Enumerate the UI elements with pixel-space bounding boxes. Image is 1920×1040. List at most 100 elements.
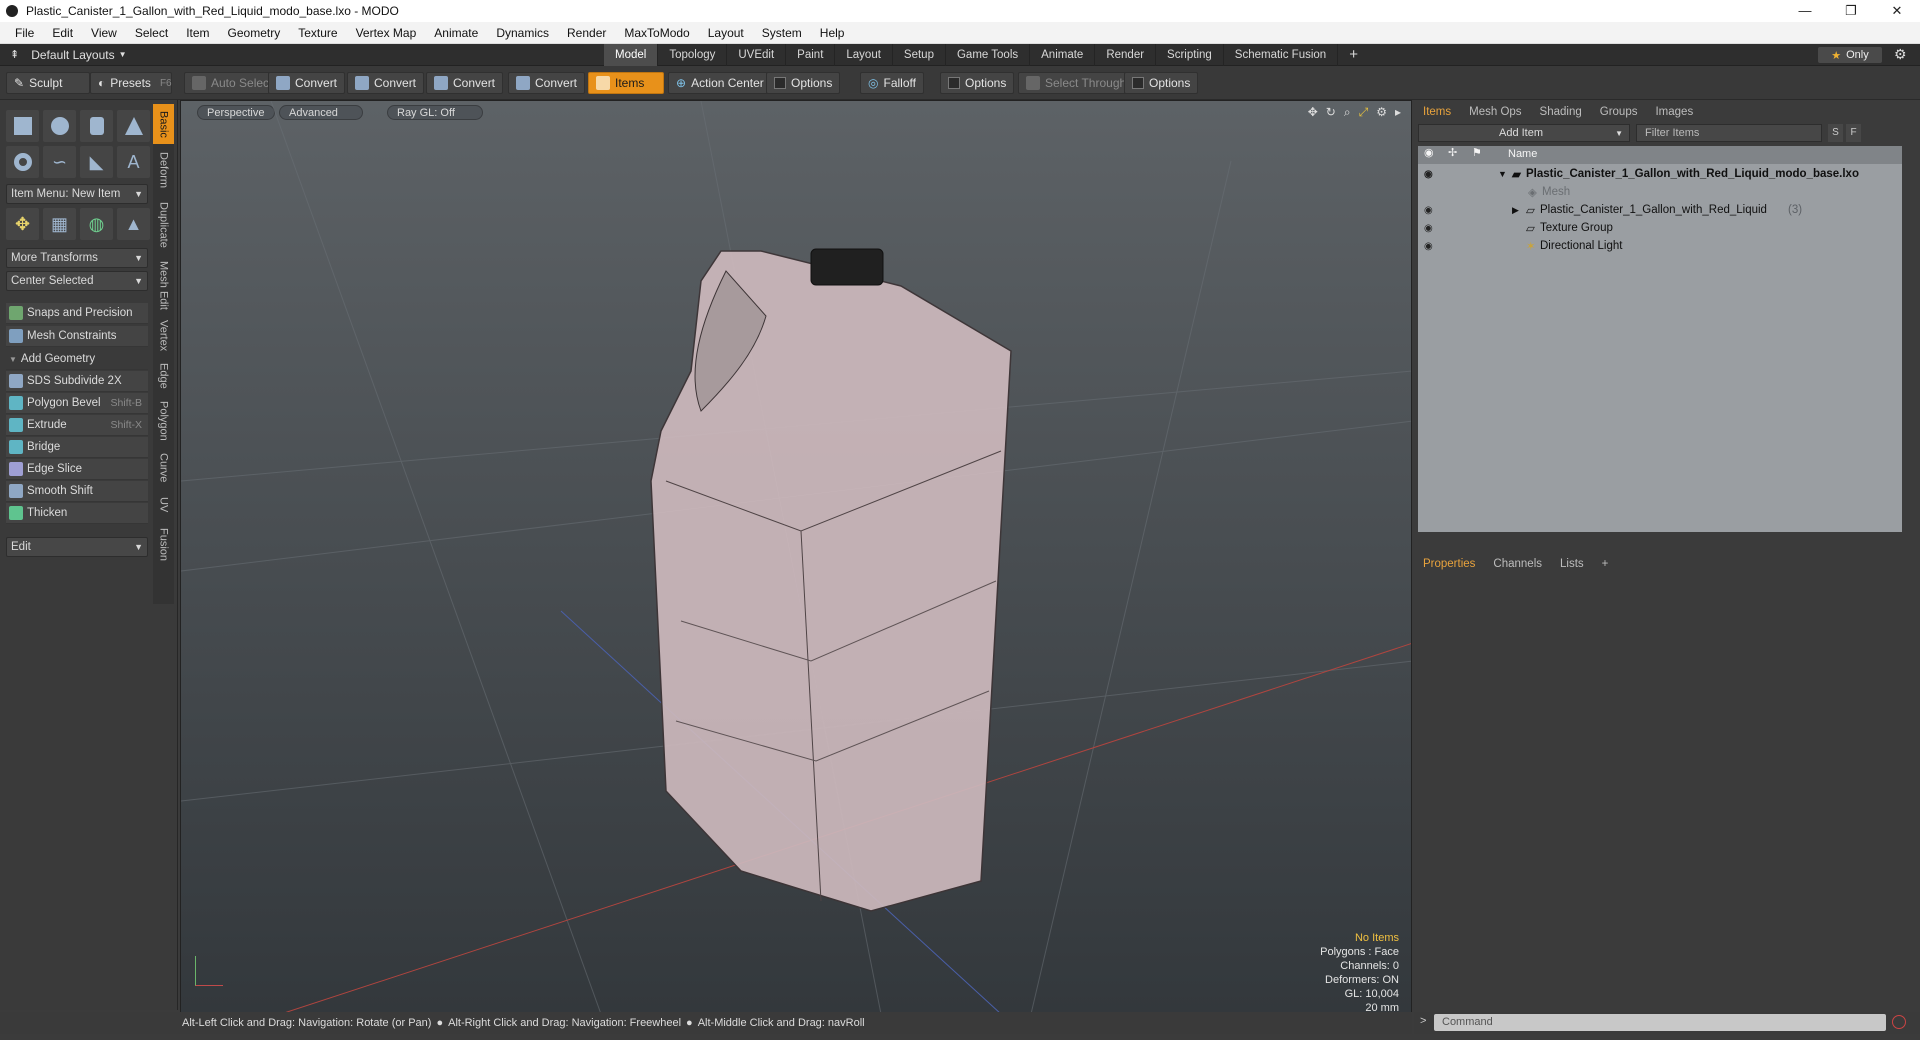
falloff-button[interactable]: ◎ Falloff xyxy=(860,72,924,94)
tree-row-texture-group[interactable]: ◉ ▱ Texture Group xyxy=(1418,219,1902,237)
cube-tool-button[interactable] xyxy=(6,110,39,142)
item-menu-dropdown[interactable]: Item Menu: New Item ▼ xyxy=(6,184,148,204)
add-tab-button[interactable]: + xyxy=(1338,44,1369,66)
menu-layout[interactable]: Layout xyxy=(699,26,753,40)
vtab-edge[interactable]: Edge xyxy=(153,358,174,394)
select-through-button[interactable]: Select Through xyxy=(1018,72,1135,94)
tree-row-mesh[interactable]: ◈ Mesh xyxy=(1418,183,1902,201)
eye-icon[interactable]: ◉ xyxy=(1424,205,1433,216)
tab-properties[interactable]: Properties xyxy=(1414,554,1484,574)
tab-game-tools[interactable]: Game Tools xyxy=(946,44,1031,66)
vtab-fusion[interactable]: Fusion xyxy=(153,522,174,568)
sphere-tool-button[interactable] xyxy=(43,110,76,142)
action-center-button[interactable]: ⊕ Action Center xyxy=(668,72,772,94)
s-button[interactable]: S xyxy=(1828,124,1843,142)
menu-help[interactable]: Help xyxy=(811,26,854,40)
f-button[interactable]: F xyxy=(1846,124,1861,142)
center-selected-dropdown[interactable]: Center Selected ▼ xyxy=(6,271,148,291)
pen-tool-button[interactable]: ◣ xyxy=(80,146,113,178)
convert-edges-button[interactable]: Convert xyxy=(347,72,425,94)
vtab-curve[interactable]: Curve xyxy=(153,448,174,488)
tab-model[interactable]: Model xyxy=(604,44,659,66)
tab-scripting[interactable]: Scripting xyxy=(1156,44,1224,66)
thicken-button[interactable]: Thicken xyxy=(6,503,148,524)
menu-texture[interactable]: Texture xyxy=(289,26,346,40)
tube-tool-button[interactable]: ∽ xyxy=(43,146,76,178)
auto-select-button[interactable]: Auto Select xyxy=(184,72,281,94)
tab-layout[interactable]: Layout xyxy=(835,44,893,66)
tab-uvedit[interactable]: UVEdit xyxy=(727,44,787,66)
tab-images[interactable]: Images xyxy=(1646,102,1702,122)
menu-view[interactable]: View xyxy=(82,26,126,40)
convert-items-button[interactable]: Convert xyxy=(508,72,586,94)
extrude-button[interactable]: Extrude Shift-X xyxy=(6,415,148,436)
close-button[interactable]: ✕ xyxy=(1874,3,1920,19)
items-mode-button[interactable]: Items xyxy=(588,72,664,94)
vtab-duplicate[interactable]: Duplicate xyxy=(153,196,174,254)
tree-row-scene[interactable]: ◉ ▼ ▰ Plastic_Canister_1_Gallon_with_Red… xyxy=(1418,165,1902,183)
edit-dropdown[interactable]: Edit ▼ xyxy=(6,537,148,557)
text-tool-button[interactable]: A xyxy=(117,146,150,178)
minimize-button[interactable]: — xyxy=(1782,3,1828,19)
menu-system[interactable]: System xyxy=(753,26,811,40)
sculpt-button[interactable]: ✎ Sculpt xyxy=(6,72,90,94)
more-transforms-dropdown[interactable]: More Transforms ▼ xyxy=(6,248,148,268)
tab-setup[interactable]: Setup xyxy=(893,44,946,66)
add-tab-button[interactable]: + xyxy=(1593,554,1618,574)
expand-arrow-icon[interactable]: ▼ xyxy=(1498,169,1507,179)
edge-slice-button[interactable]: Edge Slice xyxy=(6,459,148,480)
polygon-bevel-button[interactable]: Polygon Bevel Shift-B xyxy=(6,393,148,414)
gear-icon[interactable]: ⚙ xyxy=(1894,46,1907,63)
vtab-vertex[interactable]: Vertex xyxy=(153,316,174,356)
menu-vertex-map[interactable]: Vertex Map xyxy=(347,26,426,40)
tree-row-canister[interactable]: ◉ ▶ ▱ Plastic_Canister_1_Gallon_with_Red… xyxy=(1418,201,1902,219)
menu-dynamics[interactable]: Dynamics xyxy=(487,26,558,40)
cylinder-tool-button[interactable] xyxy=(80,110,113,142)
tab-lists[interactable]: Lists xyxy=(1551,554,1593,574)
layout-selector[interactable]: ⇞ Default Layouts ▼ xyxy=(0,48,200,62)
tab-channels[interactable]: Channels xyxy=(1484,554,1551,574)
tab-animate[interactable]: Animate xyxy=(1030,44,1096,66)
options-button-1[interactable]: Options xyxy=(766,72,841,94)
cone-tool-button[interactable] xyxy=(117,110,150,142)
add-geometry-section[interactable]: ▼ Add Geometry xyxy=(6,349,148,370)
command-input[interactable]: Command xyxy=(1434,1014,1886,1031)
menu-render[interactable]: Render xyxy=(558,26,615,40)
vtab-basic[interactable]: Basic xyxy=(153,104,174,144)
snaps-precision-button[interactable]: Snaps and Precision xyxy=(6,303,148,324)
tab-paint[interactable]: Paint xyxy=(786,44,836,66)
smooth-shift-button[interactable]: Smooth Shift xyxy=(6,481,148,502)
tab-render[interactable]: Render xyxy=(1095,44,1157,66)
menu-item[interactable]: Item xyxy=(177,26,218,40)
eye-icon[interactable]: ◉ xyxy=(1424,223,1433,234)
menu-maxtomodo[interactable]: MaxToModo xyxy=(615,26,698,40)
menu-animate[interactable]: Animate xyxy=(425,26,487,40)
options-button-3[interactable]: Options xyxy=(1124,72,1199,94)
record-icon[interactable] xyxy=(1892,1015,1906,1029)
menu-file[interactable]: File xyxy=(6,26,43,40)
tab-schematic-fusion[interactable]: Schematic Fusion xyxy=(1224,44,1339,66)
convert-polygons-button[interactable]: Convert xyxy=(426,72,504,94)
tree-row-directional-light[interactable]: ◉ ✶ Directional Light xyxy=(1418,237,1902,255)
transform-tool-button[interactable]: ✥ xyxy=(6,208,39,240)
filter-items-input[interactable]: Filter Items xyxy=(1636,124,1822,142)
options-button-2[interactable]: Options xyxy=(940,72,1015,94)
eye-icon[interactable]: ◉ xyxy=(1424,169,1433,180)
vtab-mesh-edit[interactable]: Mesh Edit xyxy=(153,256,174,314)
menu-geometry[interactable]: Geometry xyxy=(219,26,290,40)
eye-icon[interactable]: ◉ xyxy=(1424,241,1433,252)
menu-select[interactable]: Select xyxy=(126,26,177,40)
convert-vertices-button[interactable]: Convert xyxy=(268,72,346,94)
menu-edit[interactable]: Edit xyxy=(43,26,82,40)
3d-viewport[interactable]: Perspective Advanced Ray GL: Off ✥ ↻ ⌕ ⤢… xyxy=(180,100,1412,1013)
vtab-deform[interactable]: Deform xyxy=(153,146,174,194)
torus-tool-button[interactable] xyxy=(6,146,39,178)
add-item-dropdown[interactable]: Add Item ▼ xyxy=(1418,124,1630,142)
tab-items[interactable]: Items xyxy=(1414,102,1460,122)
only-toggle[interactable]: ★ Only xyxy=(1818,47,1882,63)
pyramid-tool-button[interactable]: ▲ xyxy=(117,208,150,240)
tab-groups[interactable]: Groups xyxy=(1591,102,1647,122)
grid-tool-button[interactable]: ▦ xyxy=(43,208,76,240)
restore-button[interactable]: ❐ xyxy=(1828,3,1874,19)
mesh-constraints-button[interactable]: Mesh Constraints xyxy=(6,326,148,347)
